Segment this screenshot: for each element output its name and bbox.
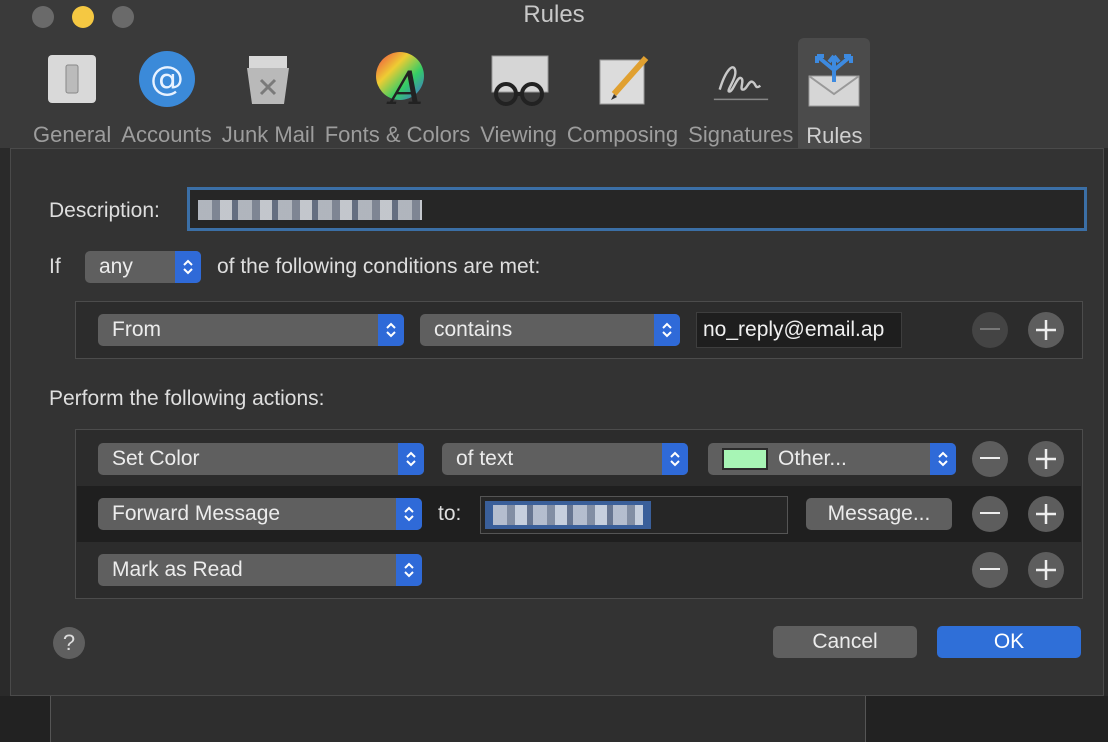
- tab-general[interactable]: General: [28, 38, 116, 148]
- description-label: Description:: [49, 199, 160, 222]
- if-label: If: [49, 255, 61, 278]
- envelope-arrows-icon: [803, 48, 865, 110]
- chevron-up-down-icon: [662, 443, 688, 475]
- background-window-pane: [50, 696, 866, 742]
- window-titlebar: Rules General @ Accounts Junk Mail A Fon…: [0, 0, 1108, 148]
- trash-bin-icon: [237, 48, 299, 109]
- chevron-up-down-icon: [654, 314, 680, 346]
- at-sign-icon: @: [136, 48, 198, 109]
- actions-label: Perform the following actions:: [49, 387, 325, 410]
- remove-action-2-button[interactable]: [972, 496, 1008, 532]
- add-action-3-button[interactable]: [1028, 552, 1064, 588]
- tab-signatures[interactable]: Signatures: [683, 38, 798, 148]
- chevron-up-down-icon: [398, 443, 424, 475]
- signature-icon: [710, 48, 772, 109]
- chevron-up-down-icon: [930, 443, 956, 475]
- glasses-envelope-icon: [488, 48, 550, 109]
- tab-accounts[interactable]: @ Accounts: [116, 38, 217, 148]
- svg-text:A: A: [386, 61, 423, 108]
- color-swatch: [722, 448, 768, 470]
- tab-viewing[interactable]: Viewing: [475, 38, 562, 148]
- description-input[interactable]: [187, 187, 1087, 231]
- chevron-up-down-icon: [396, 554, 422, 586]
- switch-icon: [41, 48, 103, 109]
- chevron-up-down-icon: [175, 251, 201, 283]
- add-action-2-button[interactable]: [1028, 496, 1064, 532]
- chevron-up-down-icon: [378, 314, 404, 346]
- chevron-up-down-icon: [396, 498, 422, 530]
- cancel-button[interactable]: Cancel: [773, 626, 917, 658]
- ok-button[interactable]: OK: [937, 626, 1081, 658]
- font-color-wheel-icon: A: [366, 48, 428, 109]
- add-action-1-button[interactable]: [1028, 441, 1064, 477]
- action-1-type-popup[interactable]: Set Color: [98, 443, 424, 475]
- tab-composing[interactable]: Composing: [562, 38, 683, 148]
- actions-box: Set Color of text Other... Forward Messa…: [75, 429, 1083, 599]
- conditions-label: of the following conditions are met:: [217, 255, 541, 278]
- message-button[interactable]: Message...: [806, 498, 952, 530]
- conditions-box: From contains no_reply@email.ap: [75, 301, 1083, 359]
- action-1-target-popup[interactable]: of text: [442, 443, 688, 475]
- tab-fonts-colors[interactable]: A Fonts & Colors: [320, 38, 476, 148]
- condition-operator-popup[interactable]: contains: [420, 314, 680, 346]
- preferences-toolbar: General @ Accounts Junk Mail A Fonts & C…: [28, 38, 871, 148]
- redacted-text: [493, 505, 643, 525]
- tab-junk-mail[interactable]: Junk Mail: [217, 38, 320, 148]
- action-1-color-popup[interactable]: Other...: [708, 443, 956, 475]
- remove-condition-button[interactable]: [972, 312, 1008, 348]
- action-2-type-popup[interactable]: Forward Message: [98, 498, 422, 530]
- match-any-popup[interactable]: any: [85, 251, 201, 283]
- redacted-text: [198, 200, 422, 220]
- condition-value-input[interactable]: no_reply@email.ap: [696, 312, 902, 348]
- add-condition-button[interactable]: [1028, 312, 1064, 348]
- background-window: [0, 696, 1108, 742]
- remove-action-3-button[interactable]: [972, 552, 1008, 588]
- forward-to-label: to:: [438, 502, 462, 525]
- window-title: Rules: [523, 1, 585, 28]
- action-3-type-popup[interactable]: Mark as Read: [98, 554, 422, 586]
- forward-address-input[interactable]: [480, 496, 788, 534]
- condition-field-popup[interactable]: From: [98, 314, 404, 346]
- pencil-paper-icon: [592, 48, 654, 109]
- svg-text:@: @: [150, 59, 184, 99]
- rule-editor-sheet: Description: If any of the following con…: [10, 148, 1104, 696]
- tab-rules[interactable]: Rules: [798, 38, 871, 148]
- help-button[interactable]: ?: [53, 627, 85, 659]
- remove-action-1-button[interactable]: [972, 441, 1008, 477]
